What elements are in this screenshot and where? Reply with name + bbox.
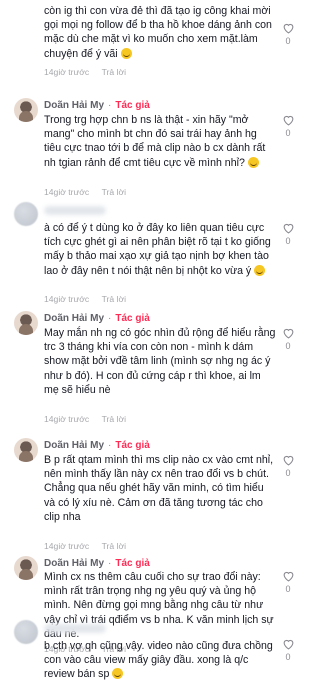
like-count: 0: [285, 236, 291, 246]
comment-meta: 14giờ trước Trả lời: [44, 187, 126, 197]
comment-text: B p rất qtam mình thì ms clip nào cx vào…: [44, 454, 274, 523]
like-button[interactable]: 0: [280, 454, 296, 478]
avatar[interactable]: [14, 556, 38, 580]
smile-emoji-icon: [247, 156, 259, 168]
like-count: 0: [285, 468, 291, 478]
author-name[interactable]: Doãn Hải My: [44, 558, 104, 569]
like-button[interactable]: 0: [280, 22, 296, 46]
like-button[interactable]: 0: [280, 570, 296, 594]
like-button[interactable]: 0: [280, 114, 296, 138]
comment-meta: 14giờ trước Trả lời: [44, 294, 126, 304]
author-badge: Tác giả: [115, 558, 150, 569]
separator-dot: ·: [108, 558, 112, 569]
reply-button[interactable]: Trả lời: [102, 67, 126, 77]
like-count: 0: [285, 128, 291, 138]
reply-button[interactable]: Trả lời: [102, 294, 126, 304]
heart-outline-icon: [283, 328, 293, 339]
comment-header: Doãn Hải My · Tác giả: [44, 440, 150, 451]
author-name[interactable]: Doãn Hải My: [44, 440, 104, 451]
reply-button[interactable]: Trả lời: [102, 187, 126, 197]
comment-text: à có để ý t dùng ko ở đây ko liên quan t…: [44, 222, 271, 277]
reply-button[interactable]: Trả lời: [102, 414, 126, 424]
like-count: 0: [285, 652, 291, 662]
separator-dot: ·: [108, 100, 112, 111]
separator-dot: ·: [108, 313, 112, 324]
heart-outline-icon: [283, 23, 293, 34]
avatar[interactable]: [14, 202, 38, 226]
heart-outline-icon: [283, 223, 293, 234]
like-count: 0: [285, 341, 291, 351]
comment-time: 14giờ trước: [44, 294, 90, 304]
avatar[interactable]: [14, 438, 38, 462]
comment-header: Doãn Hải My · Tác giả: [44, 313, 150, 324]
author-badge: Tác giả: [115, 440, 150, 451]
comment-time: 14giờ trước: [44, 414, 90, 424]
reply-button[interactable]: Trả lời: [102, 541, 126, 551]
comment-text: còn ig thì con vừa đẻ thì đã tạo ig công…: [44, 5, 272, 60]
author-name[interactable]: Doãn Hải My: [44, 313, 104, 324]
blurred-username: [44, 624, 106, 633]
like-count: 0: [285, 584, 291, 594]
smile-emoji-icon: [120, 47, 132, 59]
avatar[interactable]: [14, 620, 38, 644]
comment-header: Doãn Hải My · Tác giả: [44, 558, 150, 569]
author-name[interactable]: Doãn Hải My: [44, 100, 104, 111]
avatar[interactable]: [14, 98, 38, 122]
like-button[interactable]: 0: [280, 327, 296, 351]
comment-header: Doãn Hải My · Tác giả: [44, 100, 150, 111]
comment-text: May mắn nh ng có góc nhìn đủ rộng để hiể…: [44, 327, 276, 396]
author-badge: Tác giả: [115, 313, 150, 324]
comment-text: b cth vợ qh cũng vậy. video nào cũng đưa…: [44, 640, 273, 681]
heart-outline-icon: [283, 455, 293, 466]
heart-outline-icon: [283, 639, 293, 650]
like-count: 0: [285, 36, 291, 46]
like-button[interactable]: 0: [280, 222, 296, 246]
comment-time: 14giờ trước: [44, 67, 90, 77]
like-button[interactable]: 0: [280, 638, 296, 662]
comment-meta: 14giờ trước Trả lời: [44, 541, 126, 551]
author-badge: Tác giả: [115, 100, 150, 111]
comment-meta: 14giờ trước Trả lời: [44, 414, 126, 424]
comment-time: 14giờ trước: [44, 187, 90, 197]
heart-outline-icon: [283, 115, 293, 126]
separator-dot: ·: [108, 440, 112, 451]
heart-outline-icon: [283, 571, 293, 582]
comment-text: Trong trg hợp chn b ns là thật - xin hãy…: [44, 114, 266, 169]
smile-emoji-icon: [112, 668, 124, 680]
comment-meta: 14giờ trước Trả lời: [44, 67, 126, 77]
comment-time: 14giờ trước: [44, 541, 90, 551]
avatar[interactable]: [14, 311, 38, 335]
blurred-username: [44, 206, 106, 215]
smile-emoji-icon: [254, 264, 266, 276]
